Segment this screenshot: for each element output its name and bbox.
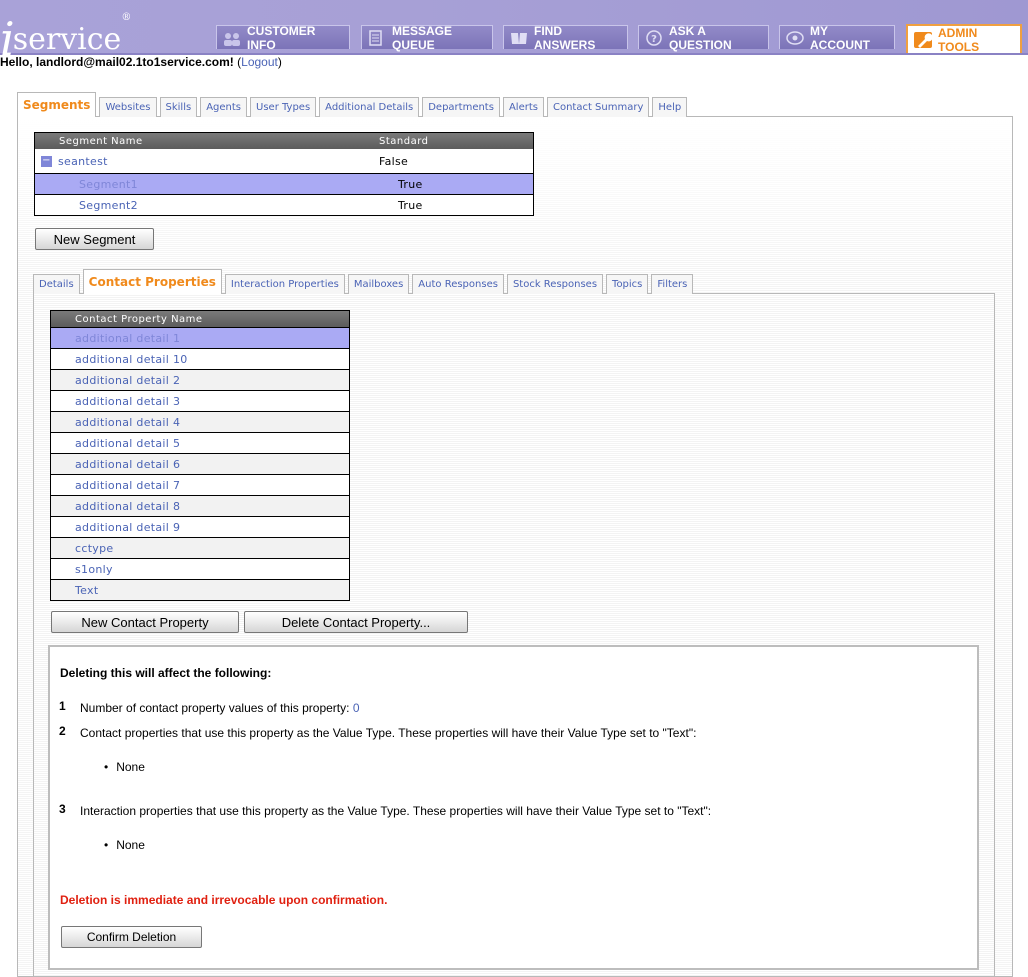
tab-websites[interactable]: Websites — [99, 97, 157, 117]
list-item[interactable]: additional detail 3 — [51, 390, 349, 411]
tab-help[interactable]: Help — [652, 97, 688, 117]
new-contact-property-button[interactable]: New Contact Property — [51, 611, 239, 633]
delete-contact-property-button[interactable]: Delete Contact Property... — [244, 611, 468, 633]
contact-property-name[interactable]: additional detail 1 — [75, 332, 180, 345]
document-icon — [368, 29, 386, 46]
segment-name[interactable]: Segment2 — [35, 199, 398, 212]
list-item[interactable]: s1only — [51, 558, 349, 579]
list-item[interactable]: additional detail 2 — [51, 369, 349, 390]
list-item[interactable]: additional detail 9 — [51, 516, 349, 537]
segment-table-header: Segment Name Standard — [35, 133, 533, 149]
table-row[interactable]: − seantest False — [35, 149, 533, 173]
contact-property-name[interactable]: additional detail 3 — [75, 395, 180, 408]
list-item[interactable]: additional detail 4 — [51, 411, 349, 432]
deletion-warning: Deletion is immediate and irrevocable up… — [60, 893, 388, 907]
nav-message-queue[interactable]: MESSAGE QUEUE — [361, 24, 493, 52]
segment-standard: False — [379, 154, 409, 168]
contact-property-name[interactable]: additional detail 7 — [75, 479, 180, 492]
question-icon: ? — [645, 29, 663, 46]
confirm-deletion-button[interactable]: Confirm Deletion — [61, 926, 202, 948]
tab-segments[interactable]: Segments — [17, 92, 97, 117]
new-segment-button[interactable]: New Segment — [35, 228, 154, 250]
item1-text: Number of contact property values of thi… — [80, 701, 360, 715]
svg-text:?: ? — [651, 34, 657, 45]
contact-property-name[interactable]: cctype — [75, 542, 113, 555]
contact-property-name[interactable]: additional detail 6 — [75, 458, 180, 471]
nav-customer-info[interactable]: CUSTOMER INFO — [216, 24, 350, 52]
tab-contact-summary[interactable]: Contact Summary — [546, 97, 650, 117]
tab-alerts[interactable]: Alerts — [502, 97, 544, 117]
delete-title: Deleting this will affect the following: — [60, 666, 272, 680]
wrench-icon — [914, 31, 933, 48]
contact-property-table: Contact Property Name additional detail … — [50, 310, 350, 601]
iservice-logo[interactable]: iservice® — [0, 6, 131, 66]
admin-tabs: Segments Websites Skills Agents User Typ… — [17, 92, 688, 117]
contact-property-name[interactable]: additional detail 8 — [75, 500, 180, 513]
list-item[interactable]: additional detail 10 — [51, 348, 349, 369]
tab-mailboxes[interactable]: Mailboxes — [347, 274, 410, 294]
table-row[interactable]: Segment2 True — [35, 194, 533, 215]
contact-property-name[interactable]: additional detail 9 — [75, 521, 180, 534]
collapse-icon[interactable]: − — [41, 155, 52, 167]
contact-property-name[interactable]: additional detail 2 — [75, 374, 180, 387]
delete-confirmation-box: Deleting this will affect the following:… — [48, 645, 979, 970]
tab-departments[interactable]: Departments — [422, 97, 500, 117]
item3-text: Interaction properties that use this pro… — [80, 804, 712, 818]
list-item[interactable]: cctype — [51, 537, 349, 558]
tab-filters[interactable]: Filters — [651, 274, 694, 294]
segment-standard: True — [398, 198, 423, 212]
nav-ask-question[interactable]: ? ASK A QUESTION — [638, 24, 769, 52]
contact-property-name[interactable]: s1only — [75, 563, 113, 576]
people-icon — [223, 30, 241, 46]
tab-agents[interactable]: Agents — [200, 97, 248, 117]
list-item[interactable]: additional detail 6 — [51, 453, 349, 474]
contact-property-name[interactable]: additional detail 5 — [75, 437, 180, 450]
tab-interaction-properties[interactable]: Interaction Properties — [224, 274, 345, 294]
tab-skills[interactable]: Skills — [159, 97, 198, 117]
tab-details[interactable]: Details — [33, 274, 80, 294]
app-header: iservice® CUSTOMER INFO MESSAGE QUEUE FI… — [0, 0, 1028, 66]
segment-sub-tabs: Details Contact Properties Interaction P… — [33, 269, 694, 294]
nav-admin-tools[interactable]: ADMIN TOOLS — [906, 24, 1022, 54]
tab-contact-properties[interactable]: Contact Properties — [82, 269, 222, 294]
contact-property-name[interactable]: additional detail 4 — [75, 416, 180, 429]
nav-my-account[interactable]: MY ACCOUNT — [779, 24, 895, 52]
list-item[interactable]: additional detail 7 — [51, 474, 349, 495]
item3-bullet: None — [104, 838, 145, 852]
contact-property-name[interactable]: Text — [75, 584, 98, 597]
segment-name[interactable]: Segment1 — [35, 178, 398, 191]
segment-table: Segment Name Standard − seantest False S… — [34, 132, 534, 216]
item-number: 1 — [59, 699, 66, 713]
tab-topics[interactable]: Topics — [606, 274, 649, 294]
contact-property-name[interactable]: additional detail 10 — [75, 353, 188, 366]
value-count[interactable]: 0 — [353, 701, 360, 715]
segment-name[interactable]: seantest — [58, 155, 108, 168]
greeting: Hello, landlord@mail02.1to1service.com! … — [0, 55, 282, 69]
tab-stock-responses[interactable]: Stock Responses — [506, 274, 604, 294]
item-number: 2 — [59, 724, 66, 738]
item-number: 3 — [59, 802, 66, 816]
nav-find-answers[interactable]: FIND ANSWERS — [503, 24, 628, 52]
item2-bullet: None — [104, 760, 145, 774]
logout-link[interactable]: Logout — [241, 55, 278, 69]
item2-text: Contact properties that use this propert… — [80, 726, 697, 740]
list-item[interactable]: additional detail 1 — [51, 327, 349, 348]
contact-property-header: Contact Property Name — [51, 311, 349, 327]
table-row[interactable]: Segment1 True — [35, 173, 533, 194]
tab-additional-details[interactable]: Additional Details — [319, 97, 420, 117]
list-item[interactable]: additional detail 5 — [51, 432, 349, 453]
segment-standard: True — [398, 177, 423, 191]
tab-user-types[interactable]: User Types — [250, 97, 317, 117]
list-item[interactable]: Text — [51, 579, 349, 600]
greeting-text: Hello, landlord@mail02.1to1service.com! — [0, 55, 234, 69]
book-icon — [510, 30, 528, 46]
tab-auto-responses[interactable]: Auto Responses — [412, 274, 504, 294]
eye-icon — [786, 30, 804, 46]
list-item[interactable]: additional detail 8 — [51, 495, 349, 516]
